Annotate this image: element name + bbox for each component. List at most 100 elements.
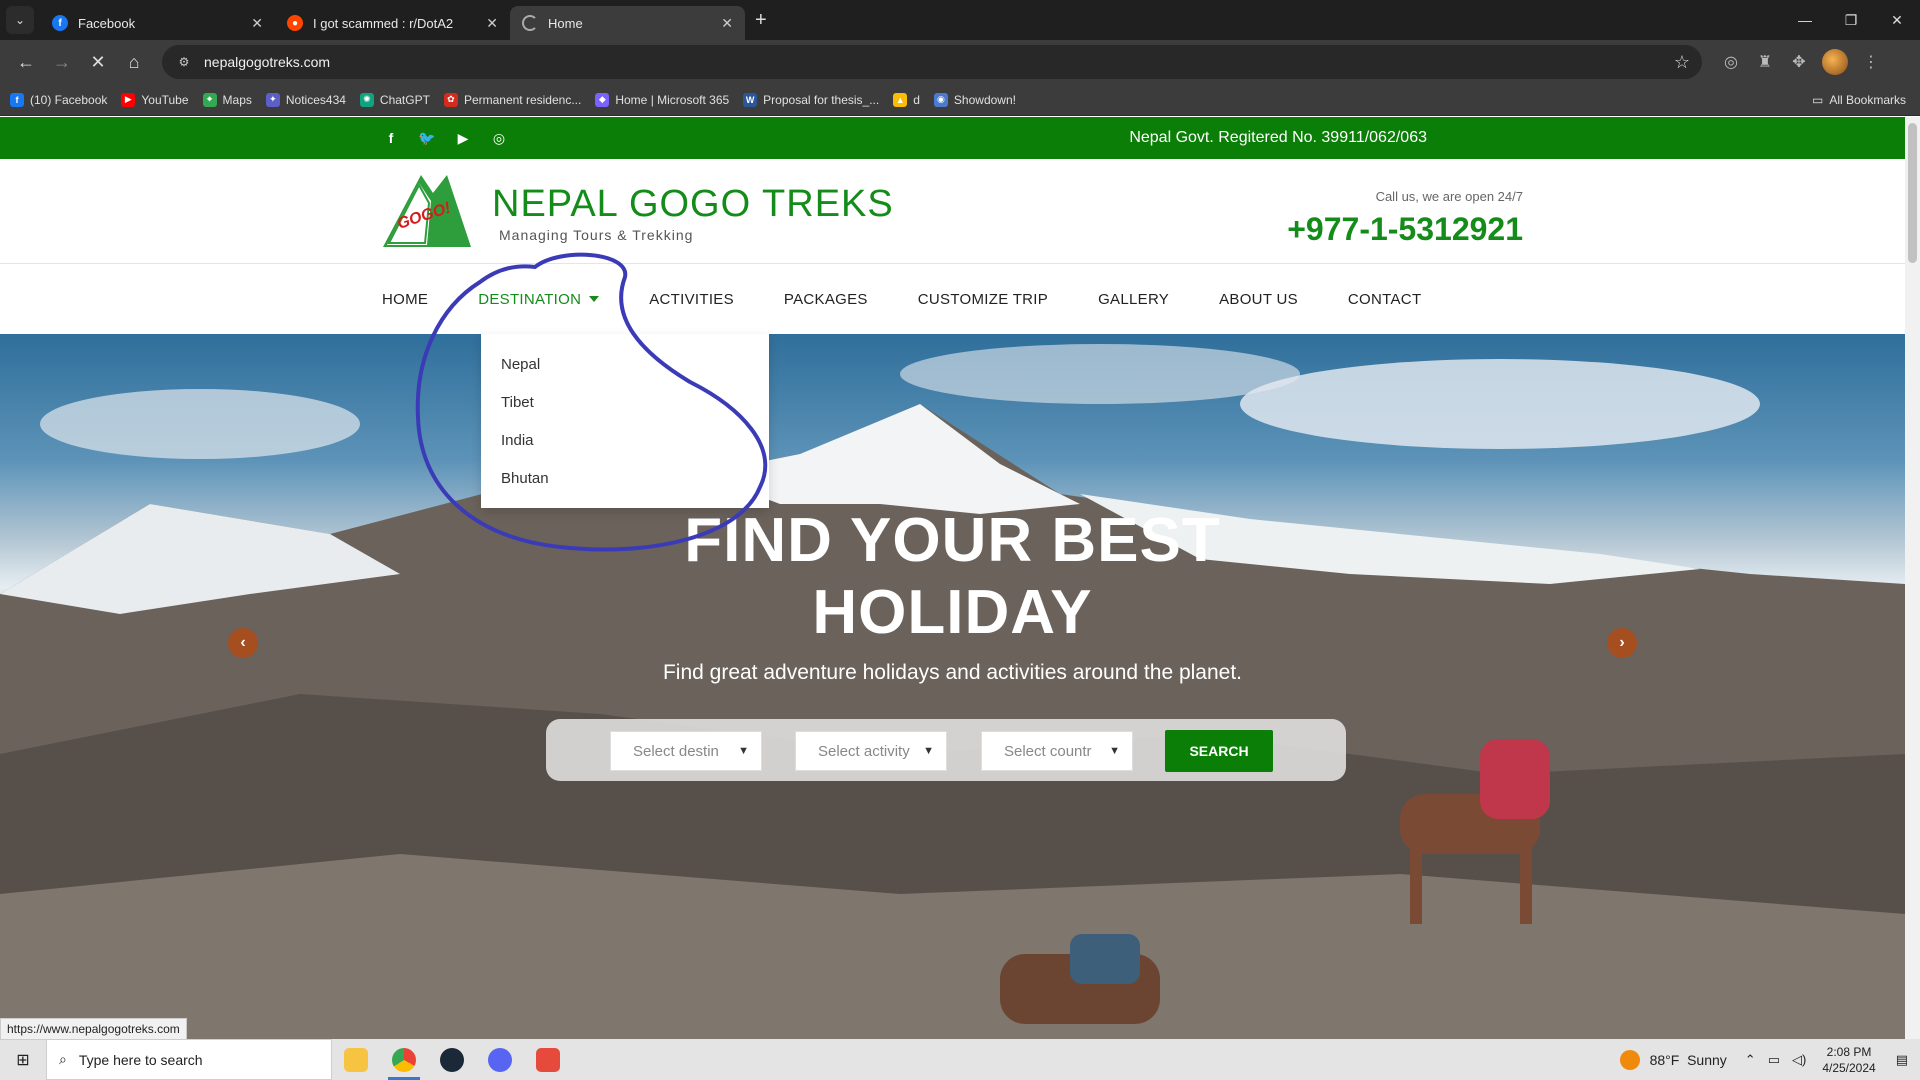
destination-select-value: Select destin xyxy=(633,742,719,760)
network-icon[interactable]: ▭ xyxy=(1768,1052,1780,1068)
instagram-icon[interactable]: ◎ xyxy=(488,127,510,149)
registration-number: Nepal Govt. Regitered No. 39911/062/063 xyxy=(1129,129,1427,146)
site-info-icon[interactable]: ⚙ xyxy=(174,52,194,72)
hero-subtitle: Find great adventure holidays and activi… xyxy=(662,661,1243,684)
windows-taskbar: ⊞ ⌕ Type here to search 88°F Sunny ⌃ ▭ ◁)… xyxy=(0,1039,1920,1080)
bookmark-star-icon[interactable]: ☆ xyxy=(1674,52,1690,73)
all-bookmarks-label: All Bookmarks xyxy=(1829,92,1906,107)
stop-icon[interactable]: ✕ xyxy=(82,46,114,78)
close-tab-icon[interactable]: ✕ xyxy=(486,15,498,32)
destination-dropdown: Nepal Tibet India Bhutan xyxy=(481,334,769,508)
bookmark-item[interactable]: f (10) Facebook xyxy=(10,92,107,107)
site-header: GOGO! NEPAL GOGO TREKS Managing Tours & … xyxy=(0,159,1905,264)
bookmark-label: Maps xyxy=(222,92,252,107)
extensions-puzzle-icon[interactable]: ✥ xyxy=(1782,46,1816,78)
mountain-backdrop xyxy=(0,344,1905,1039)
facebook-icon[interactable]: f xyxy=(380,127,402,149)
page-scrollbar[interactable] xyxy=(1905,117,1920,1039)
chevron-down-icon: ▼ xyxy=(738,745,749,757)
maple-leaf-icon: ✿ xyxy=(443,92,458,107)
tab-facebook[interactable]: f Facebook ✕ xyxy=(40,6,275,40)
notices-icon: ✦ xyxy=(265,92,280,107)
windows-start-icon[interactable]: ⊞ xyxy=(0,1039,46,1080)
taskbar-search[interactable]: ⌕ Type here to search xyxy=(46,1039,332,1080)
chrome-icon[interactable] xyxy=(380,1039,428,1080)
activity-select-value: Select activity xyxy=(818,742,910,760)
dropdown-item-bhutan[interactable]: Bhutan xyxy=(481,460,769,498)
bookmark-item[interactable]: W Proposal for thesis_... xyxy=(743,92,879,107)
tab-title: Home xyxy=(548,15,583,31)
bookmark-label: Showdown! xyxy=(953,92,1016,107)
chevron-up-icon[interactable]: ⌃ xyxy=(1745,1052,1756,1068)
showdown-icon: ◉ xyxy=(933,92,948,107)
site-logo[interactable]: GOGO! xyxy=(381,171,473,251)
nav-packages[interactable]: PACKAGES xyxy=(784,291,868,308)
tab-reddit[interactable]: ● I got scammed : r/DotA2 ✕ xyxy=(275,6,510,40)
bookmark-item[interactable]: ▶ YouTube xyxy=(121,92,189,107)
search-button[interactable]: SEARCH xyxy=(1165,730,1273,772)
dropdown-item-tibet[interactable]: Tibet xyxy=(481,384,769,422)
activity-select[interactable]: Select activity ▼ xyxy=(795,731,947,771)
close-tab-icon[interactable]: ✕ xyxy=(721,15,733,32)
youtube-icon[interactable]: ▶ xyxy=(452,127,474,149)
nav-home[interactable]: HOME xyxy=(382,291,428,308)
new-tab-button[interactable]: + xyxy=(755,9,767,32)
url-bar[interactable]: ⚙ nepalgogotreks.com ☆ xyxy=(162,45,1702,79)
paint-app-icon[interactable] xyxy=(524,1039,572,1080)
tab-search-icon[interactable]: ⌄ xyxy=(6,6,34,34)
clock[interactable]: 2:08 PM 4/25/2024 xyxy=(1822,1044,1875,1076)
minimize-icon[interactable]: — xyxy=(1782,0,1828,40)
menu-dots-icon[interactable]: ⋮ xyxy=(1854,46,1888,78)
system-tray: 88°F Sunny ⌃ ▭ ◁) 2:08 PM 4/25/2024 ▤ xyxy=(1619,1039,1920,1080)
extension-icon[interactable]: ♜ xyxy=(1748,46,1782,78)
close-tab-icon[interactable]: ✕ xyxy=(251,15,263,32)
bookmark-item[interactable]: ✿ Permanent residenc... xyxy=(443,92,581,107)
discord-icon[interactable] xyxy=(476,1039,524,1080)
bookmark-item[interactable]: ◆ Home | Microsoft 365 xyxy=(595,92,729,107)
steam-icon[interactable] xyxy=(428,1039,476,1080)
slider-prev-arrow-icon[interactable]: ‹ xyxy=(228,628,258,658)
destination-select[interactable]: Select destin ▼ xyxy=(610,731,762,771)
close-window-icon[interactable]: ✕ xyxy=(1874,0,1920,40)
reddit-icon: ● xyxy=(287,15,303,31)
twitter-icon[interactable]: 🐦 xyxy=(416,127,438,149)
bookmark-item[interactable]: ✦ Notices434 xyxy=(265,92,346,107)
nav-contact[interactable]: CONTACT xyxy=(1348,291,1421,308)
home-icon[interactable]: ⌂ xyxy=(118,46,150,78)
slider-next-arrow-icon[interactable]: › xyxy=(1607,628,1637,658)
nav-gallery[interactable]: GALLERY xyxy=(1098,291,1169,308)
back-icon[interactable]: ← xyxy=(10,46,42,78)
phone-number[interactable]: +977-1-5312921 xyxy=(1287,211,1523,248)
bookmark-item[interactable]: ◉ Showdown! xyxy=(933,92,1016,107)
nav-activities[interactable]: ACTIVITIES xyxy=(649,291,734,308)
forward-icon[interactable]: → xyxy=(46,46,78,78)
main-nav: HOME DESTINATION ACTIVITIES PACKAGES CUS… xyxy=(0,264,1905,334)
volume-icon[interactable]: ◁) xyxy=(1792,1052,1806,1068)
bookmark-item[interactable]: ✺ ChatGPT xyxy=(359,92,430,107)
maps-icon: ⌖ xyxy=(202,92,217,107)
dropdown-item-india[interactable]: India xyxy=(481,422,769,460)
tab-home[interactable]: Home ✕ xyxy=(510,6,745,40)
file-explorer-icon[interactable] xyxy=(332,1039,380,1080)
brand-name[interactable]: NEPAL GOGO TREKS xyxy=(492,183,894,226)
scrollbar-thumb[interactable] xyxy=(1908,123,1917,263)
notifications-icon[interactable]: ▤ xyxy=(1896,1052,1908,1068)
nav-destination[interactable]: DESTINATION xyxy=(478,291,600,308)
weather-sun-icon[interactable] xyxy=(1619,1049,1640,1070)
bookmark-item[interactable]: ▲ d xyxy=(893,92,920,107)
restore-icon[interactable]: ❐ xyxy=(1828,0,1874,40)
trip-search-panel: Select destin ▼ Select activity ▼ Select c… xyxy=(546,719,1346,781)
country-select[interactable]: Select countr ▼ xyxy=(981,731,1133,771)
status-bar-url: https://www.nepalgogotreks.com xyxy=(0,1018,187,1040)
dropdown-item-nepal[interactable]: Nepal xyxy=(481,346,769,384)
url-text[interactable]: nepalgogotreks.com xyxy=(204,54,330,70)
bookmark-label: ChatGPT xyxy=(379,92,430,107)
weather-text[interactable]: 88°F Sunny xyxy=(1650,1052,1727,1068)
extension-icon[interactable]: ◎ xyxy=(1714,46,1748,78)
all-bookmarks[interactable]: ▭ All Bookmarks xyxy=(1812,93,1906,107)
bookmark-item[interactable]: ⌖ Maps xyxy=(202,92,252,107)
profile-avatar[interactable] xyxy=(1822,49,1848,75)
facebook-icon: f xyxy=(10,92,24,107)
nav-about-us[interactable]: ABOUT US xyxy=(1219,291,1298,308)
nav-customize-trip[interactable]: CUSTOMIZE TRIP xyxy=(918,291,1048,308)
